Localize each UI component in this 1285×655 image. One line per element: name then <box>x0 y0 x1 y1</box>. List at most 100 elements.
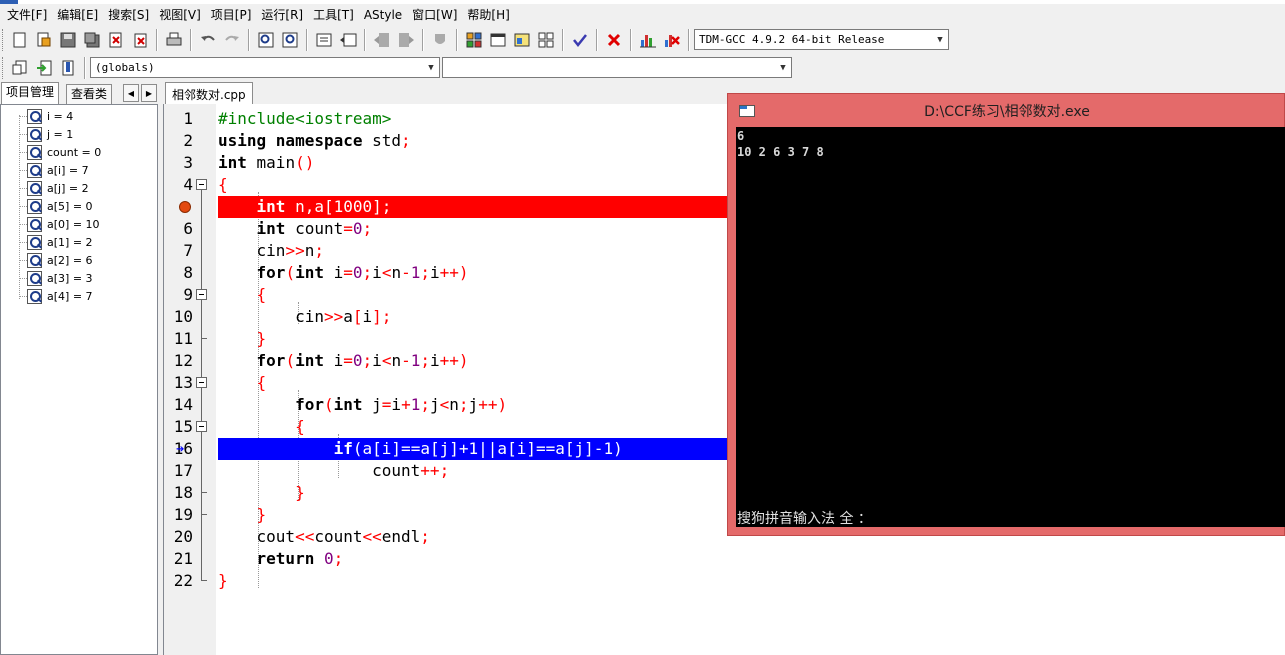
watch-item[interactable]: a[3] = 3 <box>27 269 93 287</box>
menu-view[interactable]: 视图[V] <box>156 4 208 26</box>
goto-button[interactable] <box>33 57 55 79</box>
delete-profile-button[interactable] <box>661 29 683 51</box>
replace-icon <box>282 32 298 47</box>
goto-icon <box>37 60 52 75</box>
line-number: 11 <box>173 329 193 348</box>
code-text: int n,a[1000]; <box>218 196 728 218</box>
indent-button[interactable] <box>313 29 335 51</box>
tab-source-file[interactable]: 相邻数对.cpp <box>165 82 253 105</box>
next-bookmark-button[interactable] <box>395 29 417 51</box>
menu-run[interactable]: 运行[R] <box>258 4 310 26</box>
profile-button[interactable] <box>637 29 659 51</box>
open-file-button[interactable] <box>33 29 55 51</box>
watch-icon <box>27 162 42 178</box>
line-number: 20 <box>173 527 193 546</box>
compile-run-button[interactable] <box>511 29 533 51</box>
chevron-down-icon[interactable]: ▼ <box>775 58 791 77</box>
undo-button[interactable] <box>197 29 219 51</box>
bookmark-icon <box>62 60 74 75</box>
toolbar-separator <box>422 28 424 51</box>
watch-item[interactable]: a[4] = 7 <box>27 287 93 305</box>
watch-item[interactable]: i = 4 <box>27 107 73 125</box>
panel-tabs: 项目管理 查看类 ◀ ▶ <box>0 82 163 104</box>
toggle-bookmark-button[interactable] <box>429 29 451 51</box>
save-button[interactable] <box>57 29 79 51</box>
close-all-button[interactable] <box>129 29 151 51</box>
code-line: 22} <box>164 570 1285 592</box>
watch-item[interactable]: a[i] = 7 <box>27 161 89 179</box>
menu-window[interactable]: 窗口[W] <box>409 4 464 26</box>
fold-toggle-icon[interactable] <box>196 377 207 388</box>
watch-icon <box>27 126 42 142</box>
undo-icon <box>201 35 215 41</box>
bookmark-button[interactable] <box>57 57 79 79</box>
compiler-select[interactable]: TDM-GCC 4.9.2 64-bit Release ▼ <box>694 29 949 50</box>
menu-tools[interactable]: 工具[T] <box>310 4 361 26</box>
devcpp-window: 文件[F] 编辑[E] 搜索[S] 视图[V] 项目[P] 运行[R] 工具[T… <box>0 0 1285 655</box>
tree-line <box>19 115 20 299</box>
toolbar-separator <box>596 28 598 51</box>
tree-branch <box>19 242 27 243</box>
menu-help[interactable]: 帮助[H] <box>464 4 516 26</box>
insert-button[interactable] <box>9 57 31 79</box>
watch-icon <box>27 198 42 214</box>
fold-toggle-icon[interactable] <box>196 289 207 300</box>
replace-button[interactable] <box>279 29 301 51</box>
project-panel: 项目管理 查看类 ◀ ▶ i = 4 j = 1 count = 0 a[i] … <box>0 82 163 655</box>
find-button[interactable] <box>255 29 277 51</box>
tab-scroll-right-icon[interactable]: ▶ <box>141 84 157 102</box>
code-line: 21 return 0; <box>164 548 1285 570</box>
run-button[interactable] <box>487 29 509 51</box>
open-file-icon <box>37 32 51 46</box>
scope-select-value: (globals) <box>95 61 155 74</box>
close-file-button[interactable] <box>105 29 127 51</box>
prev-bookmark-button[interactable] <box>371 29 393 51</box>
fold-toggle-icon[interactable] <box>196 421 207 432</box>
syntax-check-button[interactable] <box>569 29 591 51</box>
line-number: 17 <box>173 461 193 480</box>
chevron-down-icon[interactable]: ▼ <box>423 58 439 77</box>
breakpoint-icon[interactable] <box>179 201 191 213</box>
line-number: 18 <box>173 483 193 502</box>
close-all-icon <box>134 33 147 47</box>
unindent-button[interactable] <box>337 29 359 51</box>
console-output[interactable]: 6 10 2 6 3 7 8 搜狗拼音输入法 全 ： <box>736 127 1285 527</box>
menu-file[interactable]: 文件[F] <box>4 4 54 26</box>
watch-item[interactable]: j = 1 <box>27 125 73 143</box>
console-title: D:\CCF练习\相邻数对.exe <box>924 103 1090 120</box>
redo-button[interactable] <box>221 29 243 51</box>
watch-item[interactable]: a[1] = 2 <box>27 233 93 251</box>
menu-project[interactable]: 项目[P] <box>208 4 259 26</box>
save-all-button[interactable] <box>81 29 103 51</box>
watch-label: a[5] = 0 <box>47 199 93 213</box>
line-number: 19 <box>173 505 193 524</box>
code-text: if(a[i]==a[j]+1||a[i]==a[j]-1) <box>218 438 728 460</box>
new-file-button[interactable] <box>9 29 31 51</box>
watch-item[interactable]: a[0] = 10 <box>27 215 100 233</box>
compile-button[interactable] <box>463 29 485 51</box>
menu-search[interactable]: 搜索[S] <box>105 4 156 26</box>
watch-item[interactable]: a[2] = 6 <box>27 251 93 269</box>
watch-item[interactable]: a[j] = 2 <box>27 179 89 197</box>
fold-toggle-icon[interactable] <box>196 179 207 190</box>
menu-edit[interactable]: 编辑[E] <box>54 4 105 26</box>
tab-project[interactable]: 项目管理 <box>1 82 60 104</box>
print-button[interactable] <box>163 29 185 51</box>
bookmark-prev-icon <box>374 32 389 47</box>
scope-select[interactable]: (globals) ▼ <box>90 57 440 78</box>
toolbar-separator <box>630 28 632 51</box>
line-number: 8 <box>183 263 193 282</box>
bar-chart-icon <box>640 34 656 47</box>
chevron-down-icon[interactable]: ▼ <box>932 30 948 49</box>
console-window[interactable]: D:\CCF练习\相邻数对.exe 6 10 2 6 3 7 8 搜狗拼音输入法… <box>727 93 1285 536</box>
tab-scroll-left-icon[interactable]: ◀ <box>123 84 139 102</box>
rebuild-button[interactable] <box>535 29 557 51</box>
watch-item[interactable]: count = 0 <box>27 143 101 161</box>
tab-classes[interactable]: 查看类 <box>66 84 113 104</box>
watch-list: i = 4 j = 1 count = 0 a[i] = 7 a[j] = 2 … <box>0 104 158 655</box>
menu-astyle[interactable]: AStyle <box>361 4 409 26</box>
symbol-select[interactable]: ▼ <box>442 57 792 78</box>
console-titlebar[interactable]: D:\CCF练习\相邻数对.exe <box>728 94 1285 127</box>
stop-button[interactable] <box>603 29 625 51</box>
watch-item[interactable]: a[5] = 0 <box>27 197 93 215</box>
